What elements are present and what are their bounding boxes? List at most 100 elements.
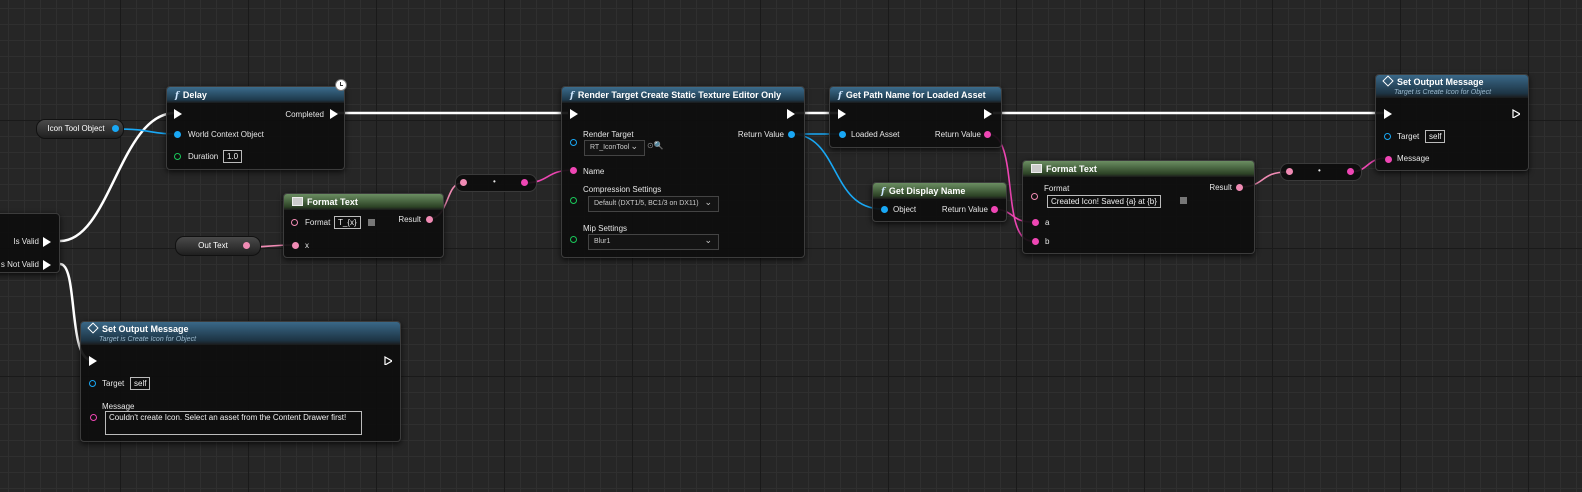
format-label-1: Format [305, 218, 331, 227]
set-output-subtitle-1: Target is Create Icon for Object [1394, 89, 1492, 96]
message-label-1: Message [1397, 154, 1430, 163]
get-display-name-node[interactable]: f Get Display Name Object Return Value [872, 182, 1007, 222]
duration-field[interactable]: 1.0 [223, 150, 243, 163]
set-output-header-1: Set Output Message Target is Create Icon … [1376, 75, 1528, 98]
render-target-exec-in[interactable] [570, 109, 578, 119]
format-text-header-1: Format Text [284, 194, 443, 210]
is-valid-label: Is Valid [13, 237, 39, 246]
message-pin-1[interactable] [1385, 156, 1392, 163]
result-pin-1[interactable] [426, 216, 433, 223]
latent-clock-icon [335, 79, 347, 91]
out-text-variable[interactable]: Out Text [175, 236, 261, 256]
return-value-label: Return Value [737, 130, 784, 139]
result-label-2: Result [1209, 183, 1232, 192]
loaded-asset-pin[interactable] [839, 131, 846, 138]
compression-dropdown[interactable]: Default (DXT1/5, BC1/3 on DX11) [588, 195, 719, 212]
set-output-message-node-2[interactable]: Set Output Message Target is Create Icon … [80, 321, 401, 442]
loaded-asset-label: Loaded Asset [851, 130, 900, 139]
delay-node[interactable]: f Delay Completed World Context Object Du… [166, 86, 345, 170]
event-diamond-icon [87, 322, 99, 334]
icon-tool-object-pin[interactable] [112, 125, 119, 132]
set-output-title-2: Set Output Message [102, 324, 189, 334]
compression-pin[interactable] [570, 197, 577, 204]
set-output-exec-in-2[interactable] [89, 356, 97, 366]
mip-dropdown[interactable]: Blur1 [588, 233, 719, 250]
flag-icon [368, 219, 375, 226]
render-target-title: Render Target Create Static Texture Edit… [577, 90, 782, 100]
result-pin-2[interactable] [1236, 184, 1243, 191]
flag-icon [1180, 197, 1187, 204]
get-path-exec-in[interactable] [838, 109, 846, 119]
message-field-2[interactable]: Couldn't create Icon. Select an asset fr… [105, 411, 362, 435]
format-text-node-2[interactable]: Format Text Format Created Icon! Saved {… [1022, 160, 1255, 254]
b-pin[interactable] [1032, 238, 1039, 245]
reroute-in-pin-2[interactable] [1286, 168, 1293, 175]
result-label-1: Result [398, 215, 421, 224]
set-output-exec-in-1[interactable] [1384, 109, 1392, 119]
format-field-1[interactable]: T_{x} [334, 216, 361, 229]
target-field-2[interactable]: self [130, 377, 151, 390]
branch-node[interactable]: Is Valid s Not Valid [0, 213, 60, 273]
name-label: Name [583, 167, 605, 176]
format-pin-1[interactable] [291, 219, 298, 226]
get-path-return-pin[interactable] [984, 131, 991, 138]
delay-exec-in[interactable] [174, 109, 182, 119]
function-icon: f [838, 91, 842, 101]
object-pin[interactable] [881, 206, 888, 213]
render-target-dropdown[interactable]: RT_IconTool [584, 139, 645, 156]
target-label-1: Target [1397, 132, 1420, 141]
format-text-node-1[interactable]: Format Text Format T_{x} Result x [283, 193, 444, 258]
display-return-pin[interactable] [991, 206, 998, 213]
event-diamond-icon [1382, 75, 1394, 87]
reroute-dot: • [1318, 166, 1321, 175]
get-path-exec-out[interactable] [984, 109, 992, 119]
is-not-valid-exec-pin[interactable] [43, 260, 51, 270]
target-field-1[interactable]: self [1425, 130, 1446, 143]
render-target-node[interactable]: f Render Target Create Static Texture Edi… [561, 86, 805, 258]
mip-label: Mip Settings [583, 224, 628, 233]
world-context-label: World Context Object [188, 130, 264, 139]
target-pin-2[interactable] [89, 380, 96, 387]
set-output-exec-out-1[interactable] [1512, 109, 1520, 118]
compression-label: Compression Settings [583, 185, 662, 194]
set-output-exec-out-2[interactable] [384, 356, 392, 365]
render-target-exec-out[interactable] [787, 109, 795, 119]
delay-title: Delay [182, 90, 207, 100]
message-pin-2[interactable] [90, 414, 97, 421]
is-valid-exec-pin[interactable] [43, 237, 51, 247]
b-label: b [1045, 237, 1050, 246]
get-path-node[interactable]: f Get Path Name for Loaded Asset Loaded A… [829, 86, 1002, 148]
format-pin-2[interactable] [1031, 193, 1038, 200]
a-pin[interactable] [1032, 219, 1039, 226]
completed-exec-pin[interactable] [330, 109, 338, 119]
format-text-icon [1031, 164, 1042, 173]
reroute-out-pin-1[interactable] [521, 179, 528, 186]
format-text-icon [292, 197, 303, 206]
duration-pin[interactable] [174, 153, 181, 160]
mip-pin[interactable] [570, 236, 577, 243]
duration-label: Duration [188, 152, 219, 161]
set-output-subtitle-2: Target is Create Icon for Object [99, 336, 197, 343]
a-label: a [1045, 218, 1050, 227]
format-field-2[interactable]: Created Icon! Saved {a} at {b} [1047, 195, 1161, 208]
format-label-2: Format [1044, 184, 1070, 193]
icon-tool-object-variable[interactable]: Icon Tool Object [36, 119, 124, 139]
format-text-title-1: Format Text [307, 197, 358, 207]
function-icon: f [570, 91, 574, 101]
is-not-valid-label: s Not Valid [0, 260, 39, 269]
reroute-out-pin-2[interactable] [1347, 168, 1354, 175]
target-pin-1[interactable] [1384, 133, 1391, 140]
world-context-pin[interactable] [174, 131, 181, 138]
reroute-node-1[interactable]: • [455, 174, 537, 192]
return-value-pin[interactable] [788, 131, 795, 138]
render-target-pin[interactable] [570, 139, 577, 146]
reroute-node-2[interactable]: • [1280, 163, 1362, 181]
x-pin[interactable] [292, 242, 299, 249]
render-target-header: f Render Target Create Static Texture Edi… [562, 87, 804, 103]
set-output-message-node-1[interactable]: Set Output Message Target is Create Icon … [1375, 74, 1529, 171]
out-text-pin[interactable] [243, 242, 250, 249]
set-output-header-2: Set Output Message Target is Create Icon … [81, 322, 400, 345]
reroute-in-pin-1[interactable] [460, 179, 467, 186]
asset-browse-icon[interactable]: ⊙🔍 [647, 141, 664, 150]
name-pin[interactable] [570, 167, 577, 174]
